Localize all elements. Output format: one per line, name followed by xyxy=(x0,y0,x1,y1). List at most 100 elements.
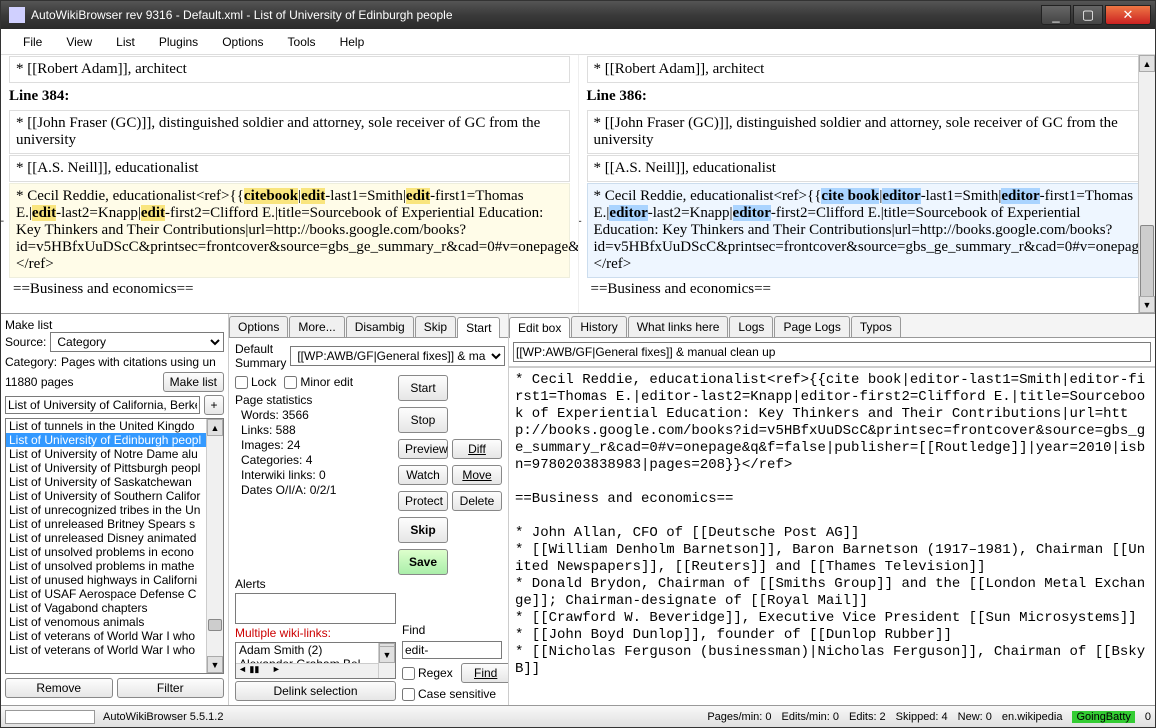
remove-button[interactable]: Remove xyxy=(5,678,113,698)
tab-pagelogs[interactable]: Page Logs xyxy=(774,316,849,337)
menu-file[interactable]: File xyxy=(21,33,44,51)
minor-checkbox[interactable]: Minor edit xyxy=(284,375,353,389)
tab-start[interactable]: Start xyxy=(457,317,500,338)
diff-context: * [[Robert Adam]], architect xyxy=(587,56,1148,83)
list-item[interactable]: List of University of Saskatchewan xyxy=(6,475,223,489)
diff-context: * [[Robert Adam]], architect xyxy=(9,56,570,83)
menu-options[interactable]: Options xyxy=(220,33,265,51)
delink-button[interactable]: Delink selection xyxy=(235,681,396,701)
list-item[interactable]: List of unreleased Disney animated xyxy=(6,531,223,545)
close-button[interactable]: ✕ xyxy=(1105,5,1151,25)
stop-button[interactable]: Stop xyxy=(398,407,448,433)
stat-links: Links: 588 xyxy=(241,423,392,438)
delete-button[interactable]: Delete xyxy=(452,491,502,511)
stat-categories: Categories: 4 xyxy=(241,453,392,468)
tab-whatlinkshere[interactable]: What links here xyxy=(628,316,729,337)
tab-more[interactable]: More... xyxy=(289,316,344,337)
alerts-box xyxy=(235,593,396,624)
stat-interwiki: Interwiki links: 0 xyxy=(241,468,392,483)
list-item[interactable]: List of unrecognized tribes in the Un xyxy=(6,503,223,517)
list-item[interactable]: List of University of Notre Dame alu xyxy=(6,447,223,461)
tab-skip[interactable]: Skip xyxy=(415,316,456,337)
source-select[interactable]: Category xyxy=(50,332,224,352)
window-title: AutoWikiBrowser rev 9316 - Default.xml -… xyxy=(31,8,1039,22)
pages-listbox[interactable]: List of tunnels in the United KingdoList… xyxy=(5,418,224,674)
edit-textarea[interactable]: * Cecil Reddie, educationalist<ref>{{cit… xyxy=(509,367,1155,705)
multiple-links-list[interactable]: Adam Smith (2)Alexander Graham BelArthur… xyxy=(235,642,396,679)
move-button[interactable]: Move xyxy=(452,465,502,485)
list-item[interactable]: List of veterans of World War I who xyxy=(6,629,223,643)
editbox-panel: Edit box History What links here Logs Pa… xyxy=(509,314,1155,705)
app-icon xyxy=(9,7,25,23)
lock-checkbox[interactable]: Lock xyxy=(235,375,276,389)
tab-typos[interactable]: Typos xyxy=(851,316,901,337)
category-value: Pages with citations using un xyxy=(61,355,224,369)
filter-input[interactable] xyxy=(5,396,200,414)
list-item[interactable]: List of Vagabond chapters xyxy=(6,601,223,615)
diff-context: * [[John Fraser (GC)]], distinguished so… xyxy=(587,110,1148,154)
username-badge[interactable]: GoingBatty xyxy=(1072,711,1134,723)
list-item[interactable]: List of unused highways in Californi xyxy=(6,573,223,587)
multiple-links-label: Multiple wiki-links: xyxy=(235,626,396,640)
tab-editbox[interactable]: Edit box xyxy=(509,317,570,338)
list-item[interactable]: List of University of Edinburgh peopl xyxy=(6,433,223,447)
tab-history[interactable]: History xyxy=(571,316,626,337)
list-item[interactable]: List of unsolved problems in econo xyxy=(6,545,223,559)
app-version: AutoWikiBrowser 5.5.1.2 xyxy=(103,711,223,723)
regex-checkbox[interactable]: Regex xyxy=(402,666,453,680)
skipped-count: Skipped: 4 xyxy=(896,711,948,723)
case-sensitive-checkbox[interactable]: Case sensitive xyxy=(402,687,502,701)
menubar: File View List Plugins Options Tools Hel… xyxy=(1,29,1155,55)
source-label: Source: xyxy=(5,335,46,349)
edit-summary-input[interactable] xyxy=(513,342,1151,362)
maximize-button[interactable]: ▢ xyxy=(1073,5,1103,25)
diff-right: * [[Robert Adam]], architect Line 386: *… xyxy=(578,55,1156,313)
titlebar[interactable]: AutoWikiBrowser rev 9316 - Default.xml -… xyxy=(1,1,1155,29)
stat-words: Words: 3566 xyxy=(241,408,392,423)
tab-logs[interactable]: Logs xyxy=(729,316,773,337)
default-summary-label: Default Summary xyxy=(235,342,286,370)
protect-button[interactable]: Protect xyxy=(398,491,448,511)
diff-button[interactable]: Diff xyxy=(452,439,502,459)
list-item[interactable]: List of unsolved problems in mathe xyxy=(6,559,223,573)
wiki-site: en.wikipedia xyxy=(1002,711,1063,723)
list-item[interactable]: List of University of Southern Califor xyxy=(6,489,223,503)
preview-button[interactable]: Preview xyxy=(398,439,448,459)
list-item[interactable]: List of unreleased Britney Spears s xyxy=(6,517,223,531)
menu-list[interactable]: List xyxy=(114,33,137,51)
options-tabs: Options More... Disambig Skip Start xyxy=(229,314,508,338)
tab-options[interactable]: Options xyxy=(229,316,288,337)
skip-button[interactable]: Skip xyxy=(398,517,448,543)
list-item[interactable]: List of veterans of World War I who xyxy=(6,643,223,657)
options-panel: Options More... Disambig Skip Start Defa… xyxy=(229,314,509,705)
watch-button[interactable]: Watch xyxy=(398,465,448,485)
find-input[interactable] xyxy=(402,641,502,659)
menu-help[interactable]: Help xyxy=(338,33,367,51)
save-button[interactable]: Save xyxy=(398,549,448,575)
diff-deleted: − * Cecil Reddie, educationalist<ref>{{c… xyxy=(9,183,570,278)
filter-button[interactable]: Filter xyxy=(117,678,225,698)
main-window: AutoWikiBrowser rev 9316 - Default.xml -… xyxy=(0,0,1156,728)
diff-area: * [[Robert Adam]], architect Line 384: *… xyxy=(1,55,1155,313)
make-list-panel: Make list Source: Category Category: Pag… xyxy=(1,314,229,705)
find-button[interactable]: Find xyxy=(461,663,508,683)
start-button[interactable]: Start xyxy=(398,375,448,401)
progress-bar xyxy=(5,710,95,724)
stats-title: Page statistics xyxy=(235,393,392,408)
list-item[interactable]: List of venomous animals xyxy=(6,615,223,629)
tab-disambig[interactable]: Disambig xyxy=(346,316,414,337)
list-item[interactable]: List of University of Pittsburgh peopl xyxy=(6,461,223,475)
menu-view[interactable]: View xyxy=(64,33,94,51)
menu-plugins[interactable]: Plugins xyxy=(157,33,200,51)
menu-tools[interactable]: Tools xyxy=(286,33,318,51)
list-item[interactable]: List of USAF Aerospace Defense C xyxy=(6,587,223,601)
default-summary-select[interactable]: [[WP:AWB/GF|General fixes]] & ma xyxy=(290,346,505,366)
minimize-button[interactable]: _ xyxy=(1041,5,1071,25)
add-button[interactable]: + xyxy=(204,395,224,415)
diff-scrollbar[interactable]: ▲ ▼ xyxy=(1138,55,1155,313)
list-item[interactable]: Adam Smith (2) xyxy=(236,643,395,657)
list-item[interactable]: List of tunnels in the United Kingdo xyxy=(6,419,223,433)
bottom-panels: Make list Source: Category Category: Pag… xyxy=(1,313,1155,705)
editbox-tabs: Edit box History What links here Logs Pa… xyxy=(509,314,1155,338)
make-list-button[interactable]: Make list xyxy=(163,372,224,392)
